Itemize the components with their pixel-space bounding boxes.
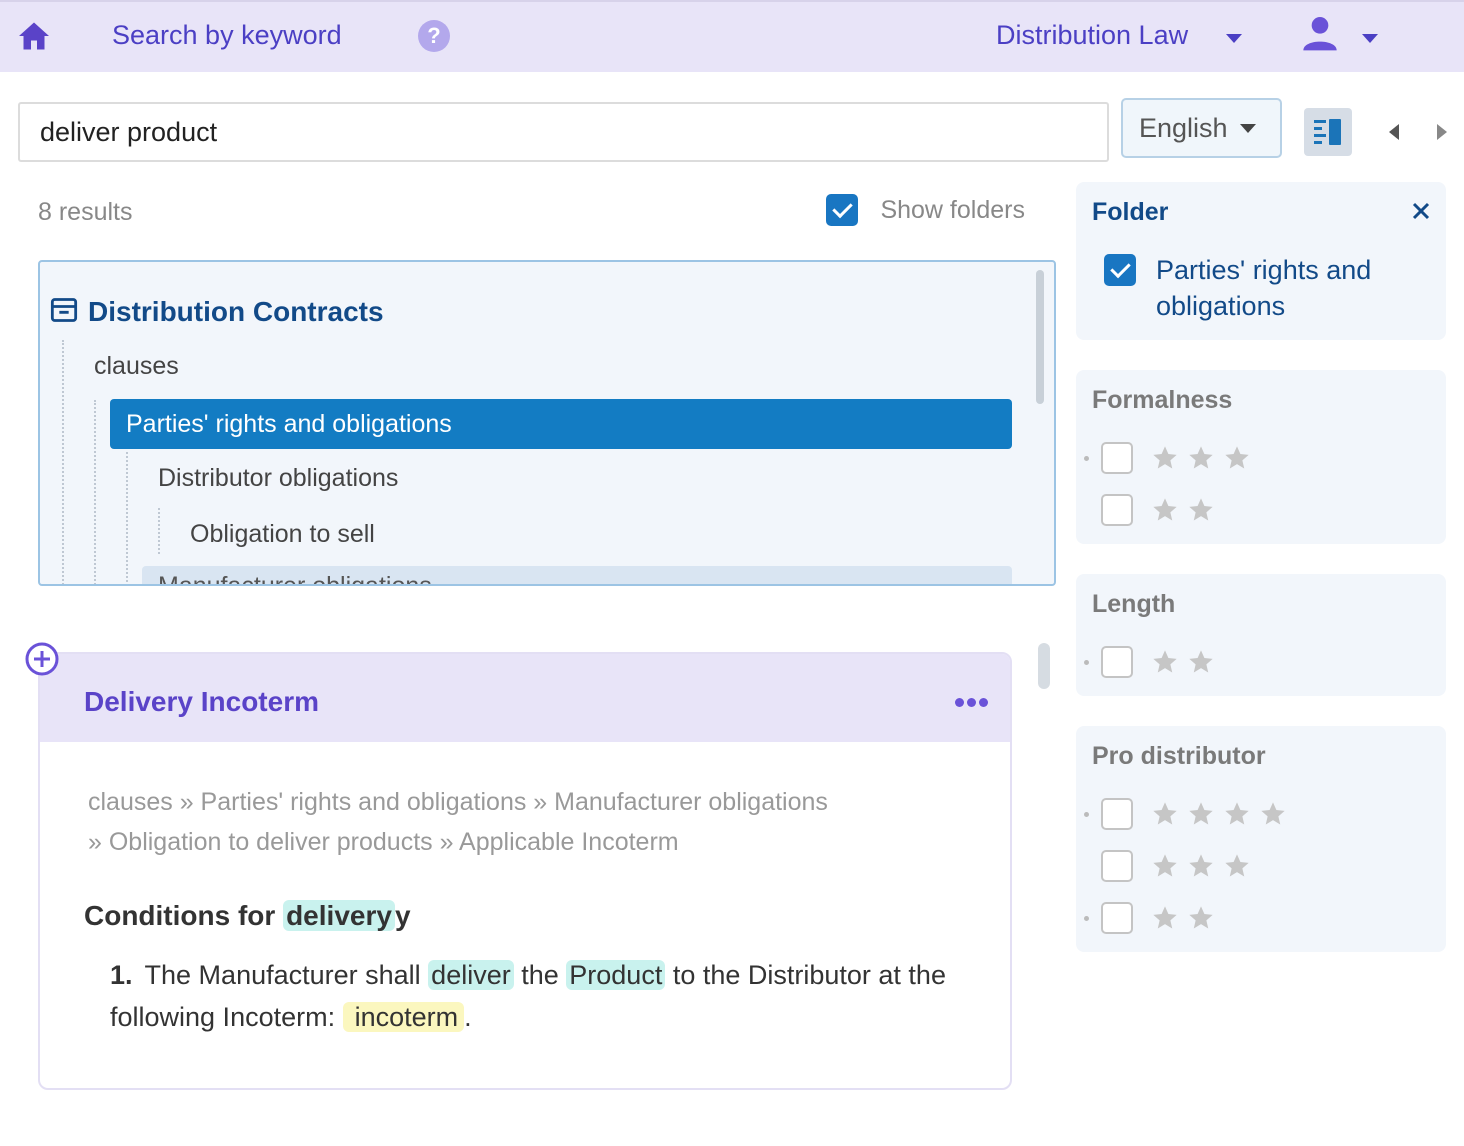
star-icon	[1187, 800, 1215, 828]
star-icon	[1223, 800, 1251, 828]
filter-pro-distributor: Pro distributor	[1076, 726, 1446, 952]
star-icon	[1151, 648, 1179, 676]
search-by-keyword-link[interactable]: Search by keyword	[112, 20, 342, 51]
folder-filter-checkbox[interactable]	[1104, 254, 1136, 286]
rating-checkbox[interactable]	[1101, 494, 1133, 526]
star-icon	[1259, 800, 1287, 828]
user-icon[interactable]	[1300, 12, 1340, 52]
tree-guide	[94, 400, 96, 584]
star-icon	[1187, 852, 1215, 880]
user-menu-chevron-down-icon[interactable]	[1362, 34, 1378, 43]
rating-option-2-stars[interactable]	[1084, 902, 1215, 936]
highlight: deliver	[428, 960, 514, 990]
tree-root-label: Distribution Contracts	[88, 296, 384, 327]
rating-checkbox[interactable]	[1101, 646, 1133, 678]
result-title[interactable]: Delivery Incoterm	[84, 686, 319, 718]
placeholder-highlight[interactable]: incoterm	[342, 1002, 465, 1032]
option-bullet	[1084, 659, 1089, 665]
star-icon	[1151, 496, 1179, 524]
rating-option-3-stars[interactable]	[1084, 850, 1251, 884]
tree-node-distributor-obligations[interactable]: Distributor obligations	[158, 464, 398, 493]
highlight: delivery	[283, 900, 395, 931]
star-icon	[1151, 444, 1179, 472]
star-icon	[1151, 904, 1179, 932]
add-circle-icon[interactable]	[24, 641, 60, 677]
rating-option-2-stars[interactable]	[1084, 646, 1215, 680]
tree-scrollbar[interactable]	[1036, 270, 1044, 404]
star-icon	[1151, 800, 1179, 828]
result-card-header: Delivery Incoterm	[40, 654, 1010, 742]
star-icon	[1187, 648, 1215, 676]
folder-filter-label[interactable]: Parties' rights and obligations	[1156, 252, 1416, 324]
more-options-icon[interactable]	[952, 694, 988, 707]
show-folders-checkbox[interactable]	[826, 194, 858, 226]
chevron-down-icon	[1240, 124, 1256, 133]
result-breadcrumb: clauses » Parties' rights and obligation…	[88, 782, 968, 862]
paragraph-number: 1.	[110, 960, 133, 990]
filter-length: Length	[1076, 574, 1446, 696]
layout-toggle-icon	[1314, 119, 1341, 145]
clause-paragraph: 1. The Manufacturer shall deliver the Pro…	[110, 960, 946, 1032]
results-scrollbar[interactable]	[1038, 643, 1050, 689]
star-icon	[1187, 904, 1215, 932]
star-icon	[1223, 852, 1251, 880]
filter-title: Formalness	[1092, 386, 1233, 414]
chevron-right-icon[interactable]	[1437, 124, 1447, 140]
star-icon	[1187, 496, 1215, 524]
rating-checkbox[interactable]	[1101, 850, 1133, 882]
tree-node-manufacturer-obligations[interactable]: Manufacturer obligations	[142, 566, 1012, 584]
rating-option-3-stars[interactable]	[1084, 442, 1251, 476]
search-input[interactable]	[18, 102, 1109, 162]
law-selector[interactable]: Distribution Law	[996, 20, 1188, 51]
tree-node-clauses[interactable]: clauses	[94, 352, 179, 381]
star-icon	[1187, 444, 1215, 472]
help-icon[interactable]: ?	[418, 20, 450, 52]
language-selector-label: English	[1139, 113, 1228, 143]
option-bullet	[1084, 811, 1089, 817]
chevron-left-icon[interactable]	[1389, 124, 1399, 140]
filter-folder: Folder Parties' rights and obligations	[1076, 182, 1446, 340]
rating-option-2-stars[interactable]	[1084, 494, 1215, 528]
close-icon[interactable]	[1410, 200, 1432, 222]
language-selector[interactable]: English	[1121, 98, 1282, 158]
tree-node-obligation-to-sell[interactable]: Obligation to sell	[190, 520, 375, 549]
star-icon	[1151, 852, 1179, 880]
tree-guide	[62, 340, 64, 584]
tree-root[interactable]: Distribution Contracts	[50, 296, 384, 328]
option-bullet	[1084, 455, 1089, 461]
top-bar: Search by keyword ? Distribution Law	[0, 0, 1464, 72]
rating-checkbox[interactable]	[1101, 442, 1133, 474]
rating-checkbox[interactable]	[1101, 798, 1133, 830]
chevron-down-icon[interactable]	[1226, 34, 1242, 43]
rating-checkbox[interactable]	[1101, 902, 1133, 934]
star-icon	[1223, 444, 1251, 472]
result-card: Delivery Incoterm clauses » Parties' rig…	[38, 652, 1012, 1090]
archive-icon	[50, 298, 78, 322]
tree-node-parties-rights[interactable]: Parties' rights and obligations	[110, 399, 1012, 449]
tree-guide	[126, 452, 128, 584]
filter-title: Pro distributor	[1092, 742, 1266, 770]
filter-title: Length	[1092, 590, 1176, 618]
breadcrumb-line: clauses » Parties' rights and obligation…	[88, 788, 828, 816]
filter-formalness: Formalness	[1076, 370, 1446, 544]
highlight: Product	[566, 960, 666, 990]
option-bullet	[1084, 915, 1089, 921]
show-folders-toggle[interactable]: Show folders	[826, 194, 1025, 228]
rating-option-4-stars[interactable]	[1084, 798, 1287, 832]
home-icon[interactable]	[16, 18, 52, 54]
results-count: 8 results	[38, 198, 133, 226]
tree-guide	[158, 508, 160, 554]
layout-toggle-button[interactable]	[1304, 108, 1352, 156]
breadcrumb-line: » Obligation to deliver products » Appli…	[88, 828, 679, 856]
show-folders-label: Show folders	[880, 195, 1025, 224]
filter-title: Folder	[1092, 198, 1169, 226]
clause-title: Conditions for delivery y	[84, 900, 411, 931]
folder-tree: Distribution Contracts clauses Parties' …	[38, 260, 1056, 586]
